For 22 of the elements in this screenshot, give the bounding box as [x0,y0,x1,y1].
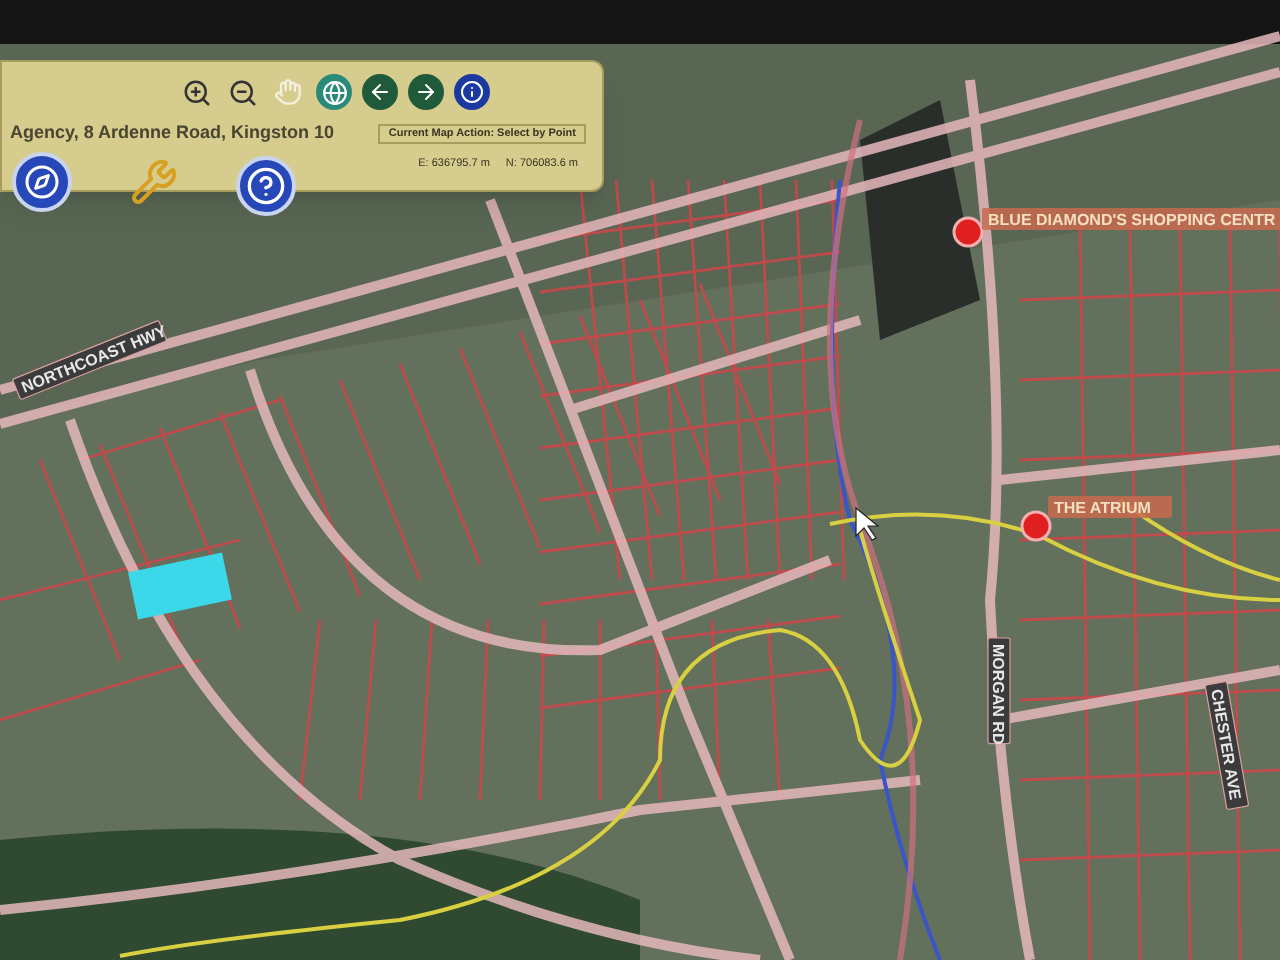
zoom-out-icon [227,77,257,107]
compass-icon [24,164,60,200]
address-text: Agency, 8 Ardenne Road, Kingston 10 [8,120,335,146]
arrow-left-icon [368,80,392,104]
wrench-icon [130,158,178,206]
info-icon [460,80,484,104]
place-label: BLUE DIAMOND'S SHOPPING CENTR [982,208,1280,230]
forward-button[interactable] [408,74,444,110]
hand-icon [274,78,302,106]
info-button[interactable] [454,74,490,110]
globe-icon [321,79,347,105]
mouse-cursor-icon [855,506,880,541]
place-label: THE ATRIUM [1048,496,1172,518]
road-label: MORGAN RD [987,637,1011,745]
location-pin-icon[interactable] [952,216,984,248]
help-icon [246,166,286,206]
arrow-right-icon [414,80,438,104]
globe-button[interactable] [316,74,352,110]
zoom-in-icon [181,77,211,107]
back-button[interactable] [362,74,398,110]
selected-parcel[interactable] [128,552,232,620]
road-label: CHESTER AVE [1204,680,1250,811]
